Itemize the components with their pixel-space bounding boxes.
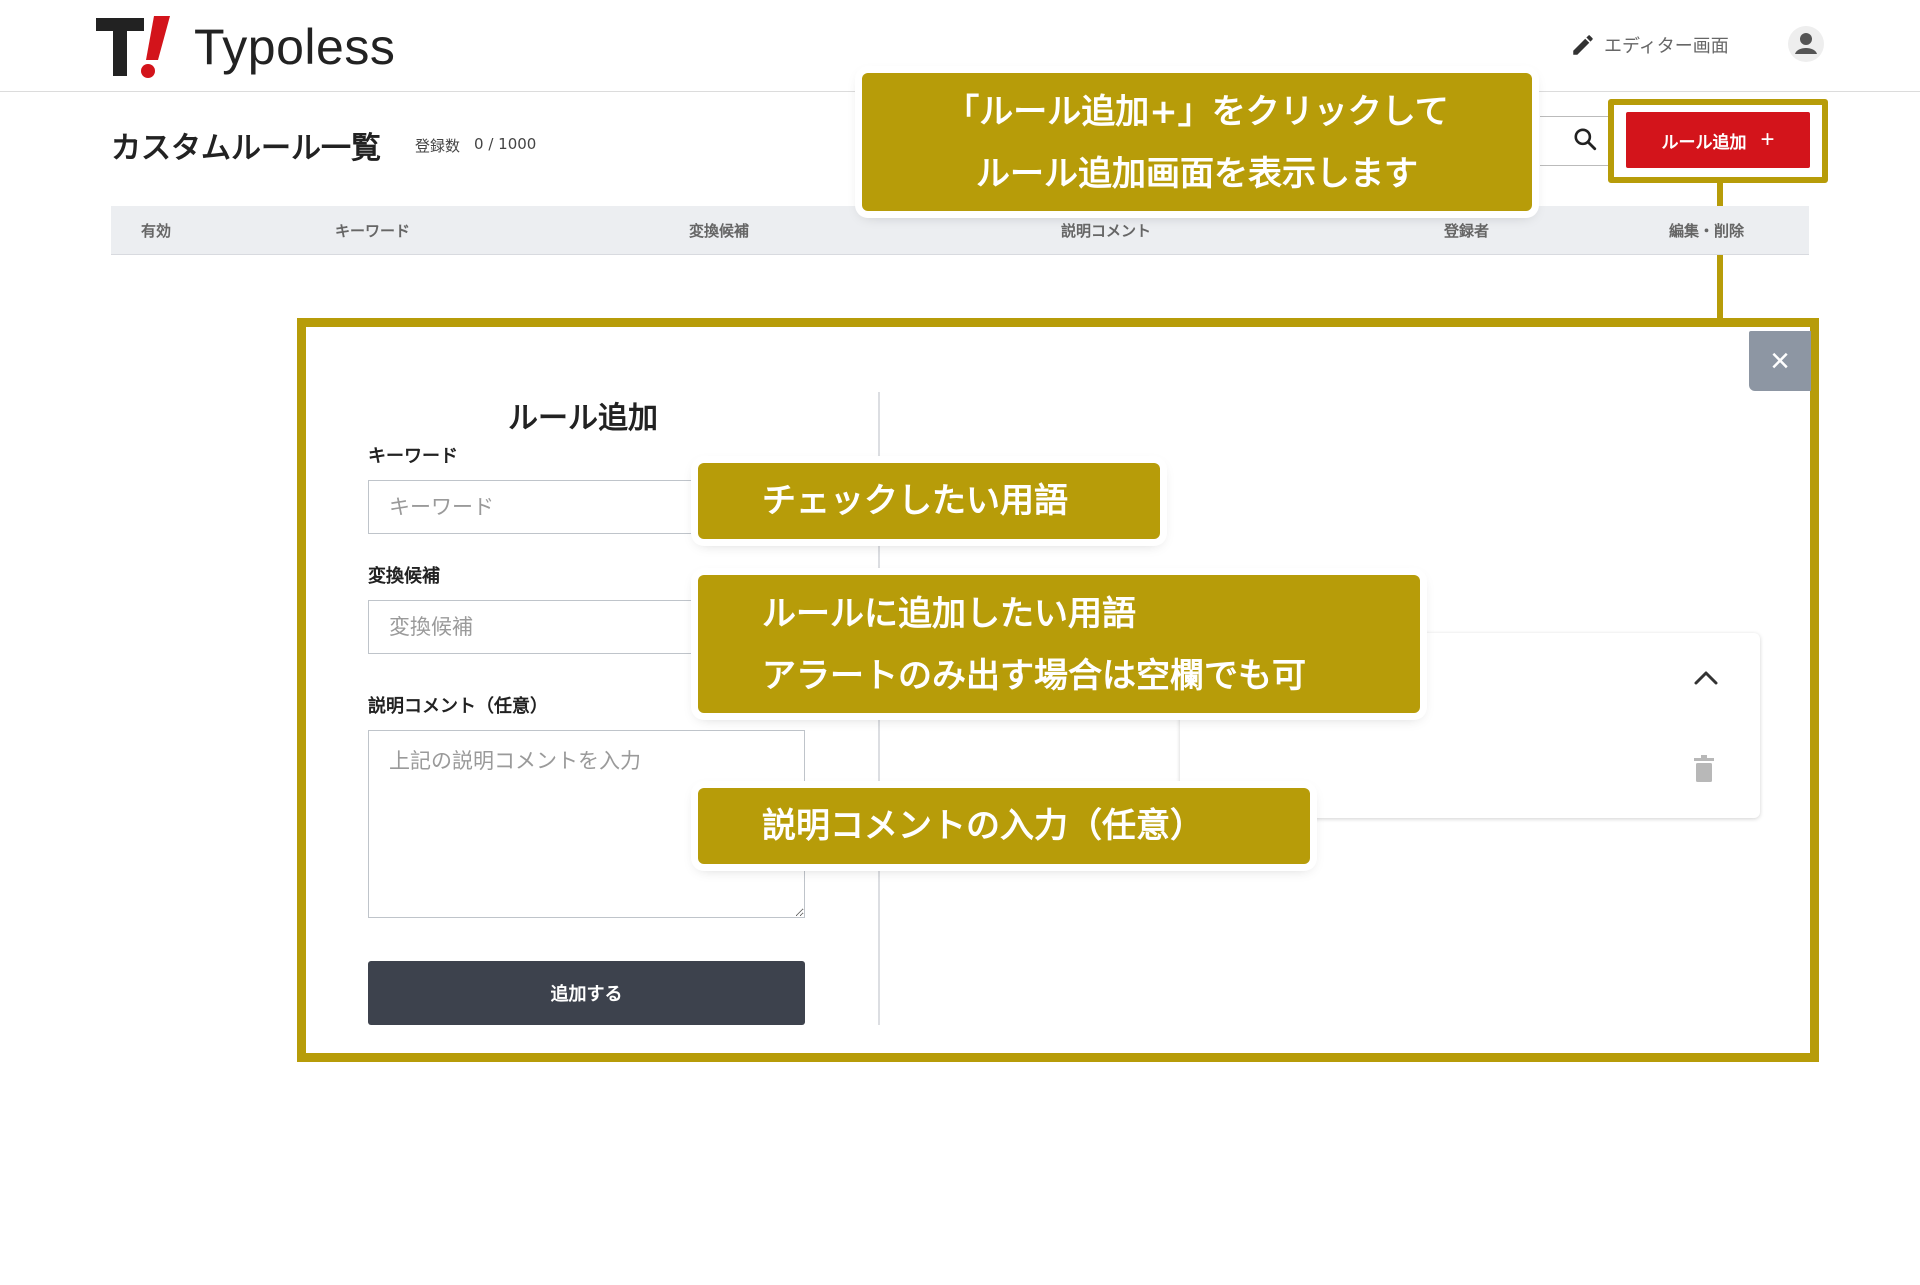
typoless-logo-icon[interactable] (94, 14, 174, 80)
column-header-candidate: 変換候補 (689, 222, 750, 240)
callout-add-rule-line1: 「ルール追加+」をクリックして (945, 92, 1449, 132)
keyword-label: キーワード (368, 446, 458, 467)
callout-add-rule: 「ルール追加+」をクリックして ルール追加画面を表示します (862, 73, 1532, 211)
callout-comment: 説明コメントの入力（任意） (698, 788, 1310, 864)
user-icon[interactable] (1788, 26, 1824, 62)
callout-candidate-line1: ルールに追加したい用語 (762, 594, 1136, 634)
trash-icon[interactable] (1693, 755, 1715, 783)
add-submit-button[interactable]: 追加する (368, 961, 805, 1025)
candidate-label: 変換候補 (368, 566, 440, 587)
page-title: カスタムルール一覧 (111, 131, 381, 166)
column-header-keyword: キーワード (335, 222, 411, 240)
column-header-comment: 説明コメント (1061, 222, 1152, 240)
chevron-up-icon[interactable] (1692, 667, 1720, 687)
editor-screen-label: エディター画面 (1604, 36, 1729, 57)
column-header-registrant: 登録者 (1444, 222, 1490, 240)
search-icon[interactable] (1572, 126, 1598, 152)
pencil-icon (1573, 35, 1593, 55)
count-label: 登録数 (415, 137, 461, 155)
modal-title: ルール追加 (508, 401, 658, 436)
count-value: 0 / 1000 (474, 135, 537, 153)
column-header-enabled: 有効 (141, 222, 172, 240)
close-icon[interactable]: × (1749, 331, 1811, 391)
callout-add-rule-line2: ルール追加画面を表示します (976, 154, 1418, 194)
rules-table-header: 有効 キーワード 変換候補 説明コメント 登録者 編集・削除 (111, 206, 1809, 255)
callout-keyword: チェックしたい用語 (698, 463, 1160, 539)
callout-candidate-line2: アラートのみ出す場合は空欄でも可 (762, 656, 1306, 696)
logo-text[interactable]: Typoless (194, 18, 395, 76)
add-rule-highlight-frame (1608, 99, 1828, 183)
editor-screen-link[interactable]: エディター画面 (1570, 28, 1729, 62)
registration-count: 登録数 0 / 1000 (415, 135, 536, 156)
callout-candidate: ルールに追加したい用語 アラートのみ出す場合は空欄でも可 (698, 575, 1420, 713)
comment-label: 説明コメント（任意） (368, 696, 548, 717)
column-header-edit-delete: 編集・削除 (1669, 222, 1745, 240)
